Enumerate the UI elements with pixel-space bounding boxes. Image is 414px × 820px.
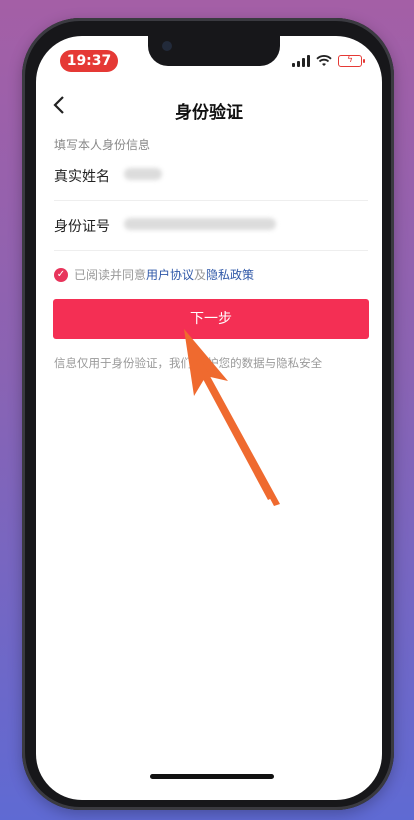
- camera-icon: [162, 41, 172, 51]
- user-agreement-link[interactable]: 用户协议: [146, 266, 194, 283]
- signal-icon: [292, 55, 310, 67]
- status-time: 19:37: [60, 50, 118, 72]
- agreement-connector: 及: [194, 268, 207, 282]
- home-indicator[interactable]: [150, 774, 274, 779]
- agreement-prefix: 已阅读并同意: [74, 268, 147, 282]
- checkbox-checked-icon[interactable]: ✓: [54, 267, 68, 282]
- agreement-row: ✓ 已阅读并同意 用户协议 及 隐私政策: [54, 266, 254, 283]
- name-field-row[interactable]: 真实姓名: [54, 151, 368, 201]
- next-step-button[interactable]: 下一步: [53, 299, 369, 339]
- status-icons: ϟ: [292, 55, 365, 67]
- arrow-shaft: [196, 362, 272, 500]
- nav-bar: 身份验证: [36, 86, 382, 136]
- phone-notch: [148, 36, 280, 66]
- battery-icon: ϟ: [338, 55, 365, 67]
- id-number-field-label: 身份证号: [54, 219, 110, 235]
- privacy-policy-link[interactable]: 隐私政策: [206, 266, 254, 283]
- name-field-value-blurred[interactable]: [124, 168, 162, 180]
- app-screen: 19:37 ϟ 身份验证 填写本人身份信息 真实姓名 身份证号 ✓ 已阅读并同意: [36, 36, 382, 800]
- page-title: 身份验证: [175, 103, 243, 123]
- name-field-label: 真实姓名: [54, 169, 110, 185]
- id-number-field-row[interactable]: 身份证号: [54, 201, 368, 251]
- wifi-icon: [316, 55, 332, 66]
- id-number-field-value-blurred[interactable]: [124, 218, 276, 230]
- privacy-note: 信息仅用于身份验证，我们将 护您的数据与隐私安全: [54, 356, 323, 370]
